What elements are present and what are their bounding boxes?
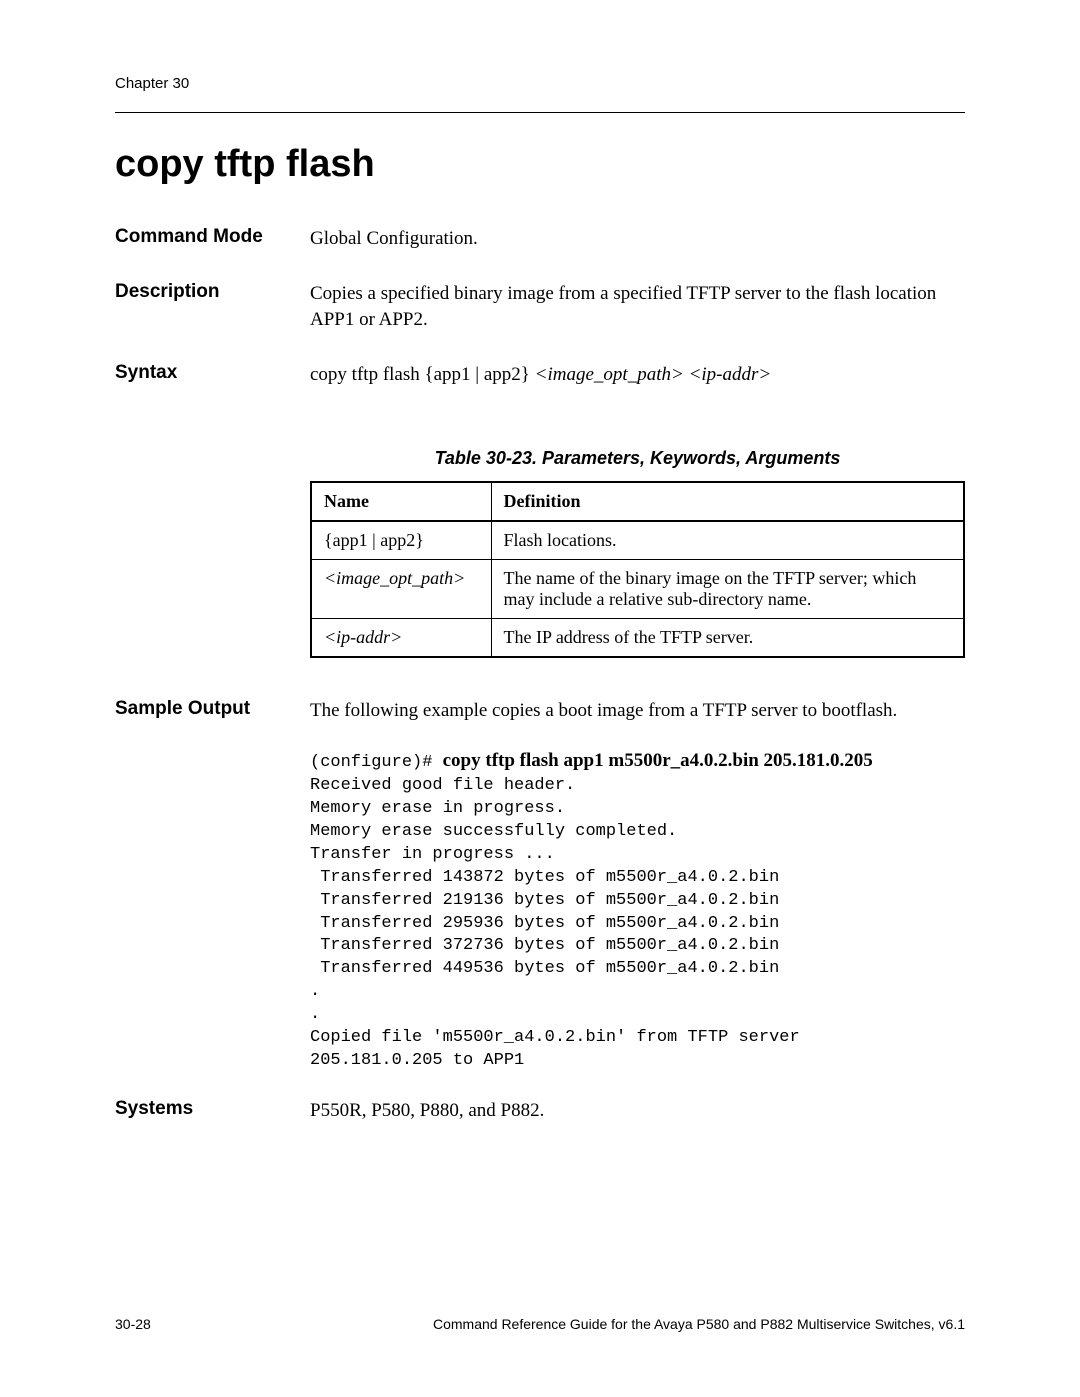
syntax-value: copy tftp flash {app1 | app2} <image_opt… (310, 362, 965, 389)
table-header-row: Name Definition (311, 482, 964, 521)
sample-prompt: (configure)# (310, 753, 443, 772)
sample-output-label: Sample Output (115, 698, 310, 1073)
page-footer: 30-28 Command Reference Guide for the Av… (115, 1316, 965, 1332)
command-mode-row: Command Mode Global Configuration. (115, 226, 965, 253)
sample-intro: The following example copies a boot imag… (310, 698, 965, 725)
syntax-arg2: <ip-addr> (689, 364, 772, 385)
param-name: {app1 | app2} (311, 521, 491, 560)
param-definition: The name of the binary image on the TFTP… (491, 560, 964, 619)
table-row: {app1 | app2} Flash locations. (311, 521, 964, 560)
table-header-definition: Definition (491, 482, 964, 521)
footer-page-number: 30-28 (115, 1316, 151, 1332)
description-value: Copies a specified binary image from a s… (310, 281, 965, 334)
parameters-table-section: Table 30-23. Parameters, Keywords, Argum… (310, 448, 965, 658)
chapter-header: Chapter 30 (115, 75, 965, 92)
param-definition: Flash locations. (491, 521, 964, 560)
parameters-table: Name Definition {app1 | app2} Flash loca… (310, 481, 965, 658)
systems-row: Systems P550R, P580, P880, and P882. (115, 1098, 965, 1125)
sample-output-text: Received good file header. Memory erase … (310, 775, 965, 1073)
command-mode-label: Command Mode (115, 226, 310, 248)
footer-text: Command Reference Guide for the Avaya P5… (433, 1316, 965, 1332)
syntax-label: Syntax (115, 362, 310, 384)
description-row: Description Copies a specified binary im… (115, 281, 965, 334)
systems-label: Systems (115, 1098, 310, 1125)
header-rule (115, 112, 965, 113)
table-row: <ip-addr> The IP address of the TFTP ser… (311, 619, 964, 658)
command-mode-value: Global Configuration. (310, 226, 965, 253)
table-header-name: Name (311, 482, 491, 521)
table-row: <image_opt_path> The name of the binary … (311, 560, 964, 619)
sample-command: copy tftp flash app1 m5500r_a4.0.2.bin 2… (443, 750, 873, 771)
syntax-row: Syntax copy tftp flash {app1 | app2} <im… (115, 362, 965, 389)
sample-command-line: (configure)# copy tftp flash app1 m5500r… (310, 750, 965, 775)
param-name: <ip-addr> (311, 619, 491, 658)
systems-value: P550R, P580, P880, and P882. (310, 1098, 965, 1125)
description-label: Description (115, 281, 310, 303)
param-name: <image_opt_path> (311, 560, 491, 619)
param-definition: The IP address of the TFTP server. (491, 619, 964, 658)
syntax-prefix: copy tftp flash {app1 | app2} (310, 364, 535, 385)
syntax-arg1: <image_opt_path> (535, 364, 684, 385)
table-caption: Table 30-23. Parameters, Keywords, Argum… (310, 448, 965, 469)
sample-output-section: Sample Output The following example copi… (115, 698, 965, 1073)
page-title: copy tftp flash (115, 143, 965, 186)
